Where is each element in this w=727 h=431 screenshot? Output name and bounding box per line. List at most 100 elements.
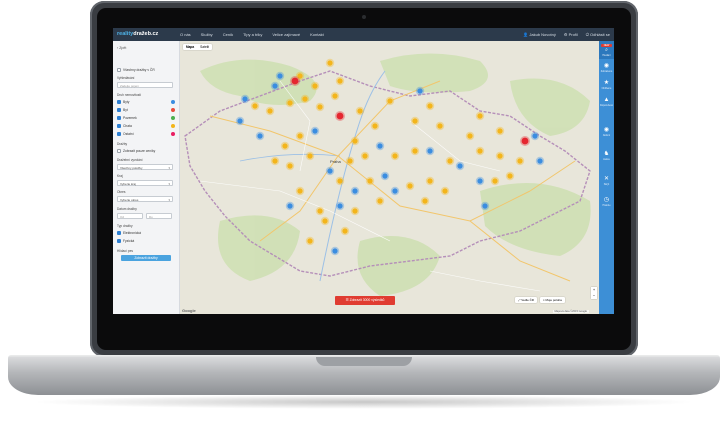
search-input[interactable]: Zadejte pojem xyxy=(117,82,173,88)
map-marker[interactable] xyxy=(237,118,243,124)
map-marker[interactable] xyxy=(387,98,393,104)
map-marker[interactable] xyxy=(291,77,299,85)
map-marker[interactable] xyxy=(352,208,358,214)
map-marker[interactable] xyxy=(252,103,258,109)
tool-viewed[interactable]: ◉ Zobrazeno xyxy=(599,63,614,73)
type-checkbox-byty[interactable]: Byty xyxy=(117,100,129,104)
map-marker[interactable] xyxy=(287,100,293,106)
map-marker[interactable] xyxy=(377,198,383,204)
map-marker[interactable] xyxy=(337,203,343,209)
show-results-button[interactable]: ☰ Zobrazit 3000 výsledků xyxy=(335,296,395,305)
map-marker[interactable] xyxy=(537,158,543,164)
kind-checkbox-physical[interactable]: Fyzická xyxy=(117,239,134,243)
map-marker[interactable] xyxy=(417,88,423,94)
tool-history[interactable]: ◷ Historie xyxy=(599,197,614,207)
nav-item-interesting[interactable]: Velice zajímavé xyxy=(267,32,305,37)
map-marker[interactable] xyxy=(407,183,413,189)
tool-favorites[interactable]: ★ Oblíbené xyxy=(599,80,614,90)
map-marker[interactable] xyxy=(382,173,388,179)
search-tool[interactable]: NEW ⌕ Hledání xyxy=(599,41,614,59)
map-marker[interactable] xyxy=(267,108,273,114)
map-marker[interactable] xyxy=(467,133,473,139)
map-marker[interactable] xyxy=(532,133,538,139)
district-select[interactable]: Vyberte okres xyxy=(117,196,173,203)
map-marker[interactable] xyxy=(427,148,433,154)
map-type-map[interactable]: Mapa xyxy=(183,44,197,50)
map-marker[interactable] xyxy=(427,178,433,184)
map-marker[interactable] xyxy=(507,173,513,179)
map-marker[interactable] xyxy=(302,96,308,102)
tool-hide[interactable]: ✕ Skrýt xyxy=(599,176,614,186)
map-marker[interactable] xyxy=(477,148,483,154)
map-marker[interactable] xyxy=(342,228,348,234)
map-marker[interactable] xyxy=(447,158,453,164)
logo[interactable]: realitydražeb.cz xyxy=(117,31,158,37)
type-checkbox-chata[interactable]: Chata xyxy=(117,124,132,128)
map-marker[interactable] xyxy=(392,153,398,159)
all-auctions-checkbox[interactable]: Všechny dražby v ČR xyxy=(117,68,155,72)
map-marker[interactable] xyxy=(307,238,313,244)
map-marker[interactable] xyxy=(312,128,318,134)
type-checkbox-ostatni[interactable]: Ostatní xyxy=(117,132,134,136)
map-marker[interactable] xyxy=(457,163,463,169)
outside-cr-button[interactable]: ⤢ Vedle ČR xyxy=(515,297,537,303)
map-marker[interactable] xyxy=(277,73,283,79)
map-marker[interactable] xyxy=(477,178,483,184)
map-marker[interactable] xyxy=(337,178,343,184)
map-marker[interactable] xyxy=(332,248,338,254)
profile-link[interactable]: ⚙ Profil xyxy=(564,32,578,37)
map-marker[interactable] xyxy=(347,158,353,164)
user-name-link[interactable]: 👤 Jakub Novotný xyxy=(523,32,556,37)
map-marker[interactable] xyxy=(357,108,363,114)
logout-link[interactable]: ⏻ Odhlásit se xyxy=(586,32,610,37)
map-marker[interactable] xyxy=(362,153,368,159)
map-marker[interactable] xyxy=(412,148,418,154)
zoom-out-button[interactable]: − xyxy=(591,293,597,299)
map-marker[interactable] xyxy=(242,96,248,102)
map-marker[interactable] xyxy=(492,178,498,184)
map-marker[interactable] xyxy=(392,188,398,194)
map-marker[interactable] xyxy=(272,83,278,89)
map-marker[interactable] xyxy=(477,113,483,119)
back-link[interactable]: ‹ Zpět xyxy=(117,46,126,50)
price-select[interactable]: Všechny položky xyxy=(117,164,173,171)
map-marker[interactable] xyxy=(372,123,378,129)
map-marker[interactable] xyxy=(437,123,443,129)
map-marker[interactable] xyxy=(297,133,303,139)
map-view[interactable]: Praha Mapa Satelit ☰ Zobrazit 3000 výsle… xyxy=(180,41,599,314)
map-marker[interactable] xyxy=(422,198,428,204)
map-marker[interactable] xyxy=(352,188,358,194)
map-marker[interactable] xyxy=(287,203,293,209)
map-marker[interactable] xyxy=(317,208,323,214)
map-marker[interactable] xyxy=(377,143,383,149)
map-marker[interactable] xyxy=(327,168,333,174)
map-marker[interactable] xyxy=(497,128,503,134)
nav-item-pricing[interactable]: Ceník xyxy=(218,32,238,37)
map-marker[interactable] xyxy=(297,188,303,194)
kind-checkbox-electronic[interactable]: Elektronická xyxy=(117,231,141,235)
map-marker[interactable] xyxy=(442,188,448,194)
map-marker[interactable] xyxy=(521,137,529,145)
map-marker[interactable] xyxy=(282,143,288,149)
map-marker[interactable] xyxy=(367,178,373,184)
nav-item-tips[interactable]: Tipy a triky xyxy=(238,32,267,37)
map-marker[interactable] xyxy=(312,83,318,89)
type-checkbox-byt[interactable]: Byt xyxy=(117,108,128,112)
region-select[interactable]: Vyberte kraj xyxy=(117,180,173,187)
my-location-button[interactable]: ⌖ Moje poloha xyxy=(539,297,565,303)
map-marker[interactable] xyxy=(272,158,278,164)
map-marker[interactable] xyxy=(257,133,263,139)
map-type-satellite[interactable]: Satelit xyxy=(197,44,212,50)
date-to-input[interactable]: Do xyxy=(146,213,172,219)
map-marker[interactable] xyxy=(336,112,344,120)
map-marker[interactable] xyxy=(317,104,323,110)
nav-item-contact[interactable]: Kontakt xyxy=(305,32,329,37)
tool-auction[interactable]: ♞ Aukce xyxy=(599,151,614,161)
map-marker[interactable] xyxy=(497,153,503,159)
map-marker[interactable] xyxy=(332,93,338,99)
map-marker[interactable] xyxy=(327,60,333,66)
map-marker[interactable] xyxy=(307,153,313,159)
nav-item-services[interactable]: Služby xyxy=(196,32,218,37)
map-marker[interactable] xyxy=(482,203,488,209)
map-marker[interactable] xyxy=(322,218,328,224)
